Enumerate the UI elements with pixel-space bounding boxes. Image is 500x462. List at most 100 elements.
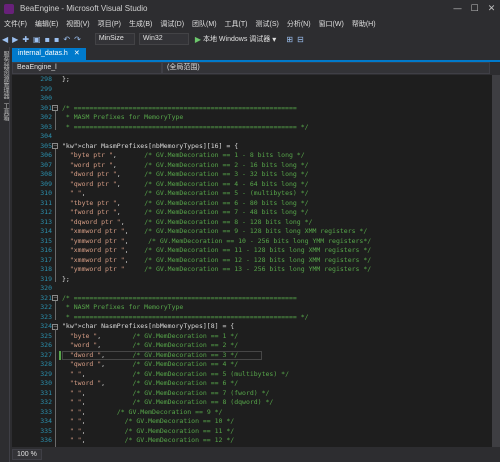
code-line: " ", /* GV.MemDecoration == 5 (multibyte… — [69, 369, 289, 378]
tab-internal-datas[interactable]: internal_datas.h ✕ — [12, 48, 86, 60]
maximize-icon[interactable]: ☐ — [466, 2, 483, 16]
save-icon[interactable]: ▪ — [45, 35, 50, 44]
line-number: 309 — [40, 179, 52, 188]
line-number: 298 — [40, 75, 52, 83]
line-number: 312 — [40, 208, 52, 216]
menu-item[interactable]: 工具(T) — [221, 19, 252, 29]
line-number: 301 — [40, 103, 52, 112]
visual-studio-logo-icon — [4, 3, 14, 14]
left-tool-strip: 服务器资源管理器 工具箱 — [0, 47, 10, 462]
menu-item[interactable]: 团队(M) — [188, 19, 221, 29]
code-line: /* =====================================… — [62, 293, 297, 302]
menu-item[interactable]: 测试(S) — [252, 19, 283, 29]
code-line: "word ", /* GV.MemDecoration == 2 */ — [69, 341, 239, 349]
navigation-bar: BeaEngine_l (全局范围) — [12, 62, 500, 74]
line-number: 333 — [40, 407, 52, 416]
code-line: "byte ptr ", /* GV.MemDecoration == 1 - … — [69, 151, 305, 159]
symbol-scope-dropdown[interactable]: (全局范围) — [162, 62, 490, 74]
line-number: 308 — [40, 170, 52, 178]
code-line: "dword ptr ", /* GV.MemDecoration == 3 -… — [69, 170, 309, 178]
code-line: "fword ptr ", /* GV.MemDecoration == 7 -… — [69, 208, 309, 216]
project-scope-dropdown[interactable]: BeaEngine_l — [12, 62, 162, 74]
forward-icon[interactable]: ▶ — [12, 35, 18, 44]
code-editor[interactable]: 298 299 300 301−302 303 304 305−306 307 308 309 31… — [12, 75, 500, 447]
code-line: "ymmword ptr ", /* GV.MemDecoration == 1… — [69, 236, 372, 245]
menu-item[interactable]: 帮助(H) — [348, 19, 380, 29]
vertical-scrollbar[interactable] — [492, 75, 500, 447]
line-number: 329 — [40, 369, 52, 378]
close-tab-icon[interactable]: ✕ — [74, 48, 80, 60]
code-line: "word ptr ", /* GV.MemDecoration == 2 - … — [69, 160, 309, 169]
save-all-icon[interactable]: ▪ — [54, 35, 59, 44]
line-number-gutter: 298 299 300 301−302 303 304 305−306 307 308 309 31… — [12, 75, 61, 447]
line-number: 328 — [40, 360, 52, 368]
change-marker — [59, 350, 61, 360]
menu-item[interactable]: 生成(B) — [125, 19, 156, 29]
minimize-icon[interactable]: — — [449, 2, 466, 16]
code-line: "qword ptr ", /* GV.MemDecoration == 4 -… — [69, 179, 309, 188]
line-number: 305 — [40, 141, 52, 150]
code-line: " ", /* GV.MemDecoration == 8 (dqword) *… — [69, 398, 274, 406]
code-line: "ymmword ptr " /* GV.MemDecoration == 13… — [69, 265, 372, 273]
code-line: "qword ", /* GV.MemDecoration == 4 */ — [69, 360, 239, 368]
code-line: "xmmword ptr ", /* GV.MemDecoration == 1… — [69, 246, 372, 254]
configuration-select[interactable]: MinSize — [94, 33, 135, 45]
platform-select[interactable]: Win32 — [138, 33, 189, 45]
line-number: 311 — [40, 198, 52, 207]
code-line: " ", /* GV.MemDecoration == 11 */ — [69, 426, 235, 435]
menu-item[interactable]: 视图(V) — [62, 19, 93, 29]
menu-item[interactable]: 调试(D) — [156, 19, 188, 29]
line-number: 306 — [40, 151, 52, 159]
line-number: 303 — [40, 122, 52, 131]
menu-item[interactable]: 编辑(E) — [31, 19, 62, 29]
undo-icon[interactable]: ↶ — [63, 35, 70, 44]
redo-icon[interactable]: ↷ — [74, 35, 81, 44]
new-project-icon[interactable]: ✚ — [22, 35, 29, 44]
menu-item[interactable]: 窗口(W) — [315, 19, 348, 29]
menu-item[interactable]: 文件(F) — [0, 19, 31, 29]
server-explorer-tab[interactable]: 服务器资源管理器 — [1, 51, 10, 99]
line-number: 322 — [40, 303, 52, 311]
toolbar-icon-b[interactable]: ⊟ — [297, 35, 304, 44]
code-line: " ", /* GV.MemDecoration == 9 */ — [69, 407, 223, 416]
code-line: "xmmword ptr ", /* GV.MemDecoration == 9… — [69, 227, 368, 235]
line-number: 315 — [40, 236, 52, 245]
menu-item[interactable]: 项目(P) — [94, 19, 125, 29]
menu-item[interactable]: 分析(N) — [283, 19, 315, 29]
window-title: BeaEngine - Microsoft Visual Studio — [20, 4, 148, 13]
zoom-level[interactable]: 100 % — [12, 449, 42, 460]
line-number: 332 — [40, 398, 52, 406]
line-number: 310 — [40, 189, 52, 197]
back-icon[interactable]: ◀ — [2, 35, 8, 44]
line-number: 307 — [40, 160, 52, 169]
open-icon[interactable]: ▣ — [33, 35, 41, 44]
line-number: 321 — [40, 293, 52, 302]
code-line: "tword ", /* GV.MemDecoration == 6 */ — [69, 379, 239, 387]
code-line: * ======================================… — [62, 312, 309, 321]
start-debugging-icon[interactable]: ▶ — [195, 35, 201, 44]
line-number: 299 — [40, 84, 52, 93]
line-number: 318 — [40, 265, 52, 273]
toolbox-tab[interactable]: 工具箱 — [1, 103, 10, 121]
line-number: 325 — [40, 331, 52, 340]
line-number: 330 — [40, 379, 52, 387]
line-number: 319 — [40, 274, 52, 283]
document-tab-bar: internal_datas.h ✕ — [12, 48, 500, 60]
dropdown-arrow-icon[interactable]: ▾ — [272, 35, 276, 44]
menu-bar: 文件(F) 编辑(E) 视图(V) 项目(P) 生成(B) 调试(D) 团队(M) 工具(T)… — [0, 17, 500, 31]
start-debugging-button[interactable]: 本地 Windows 调试器 — [203, 34, 270, 44]
current-line-highlight — [62, 350, 262, 360]
code-line: "kw">char NasmPrefixes[nbMemoryTypes][8]… — [62, 322, 235, 330]
line-number: 317 — [40, 255, 52, 264]
toolbar-icon-a[interactable]: ⊞ — [286, 35, 293, 44]
line-number: 324 — [40, 322, 52, 330]
code-line: }; — [62, 75, 70, 83]
line-number: 326 — [40, 341, 52, 349]
status-bar: 100 % — [12, 447, 500, 462]
close-icon[interactable]: ✕ — [483, 2, 500, 16]
code-line: " ", /* GV.MemDecoration == 12 */ — [69, 436, 235, 444]
line-number: 334 — [40, 417, 52, 425]
tab-label: internal_datas.h — [18, 50, 68, 57]
line-number: 304 — [40, 132, 52, 140]
code-line: "byte ", /* GV.MemDecoration == 1 */ — [69, 331, 239, 340]
